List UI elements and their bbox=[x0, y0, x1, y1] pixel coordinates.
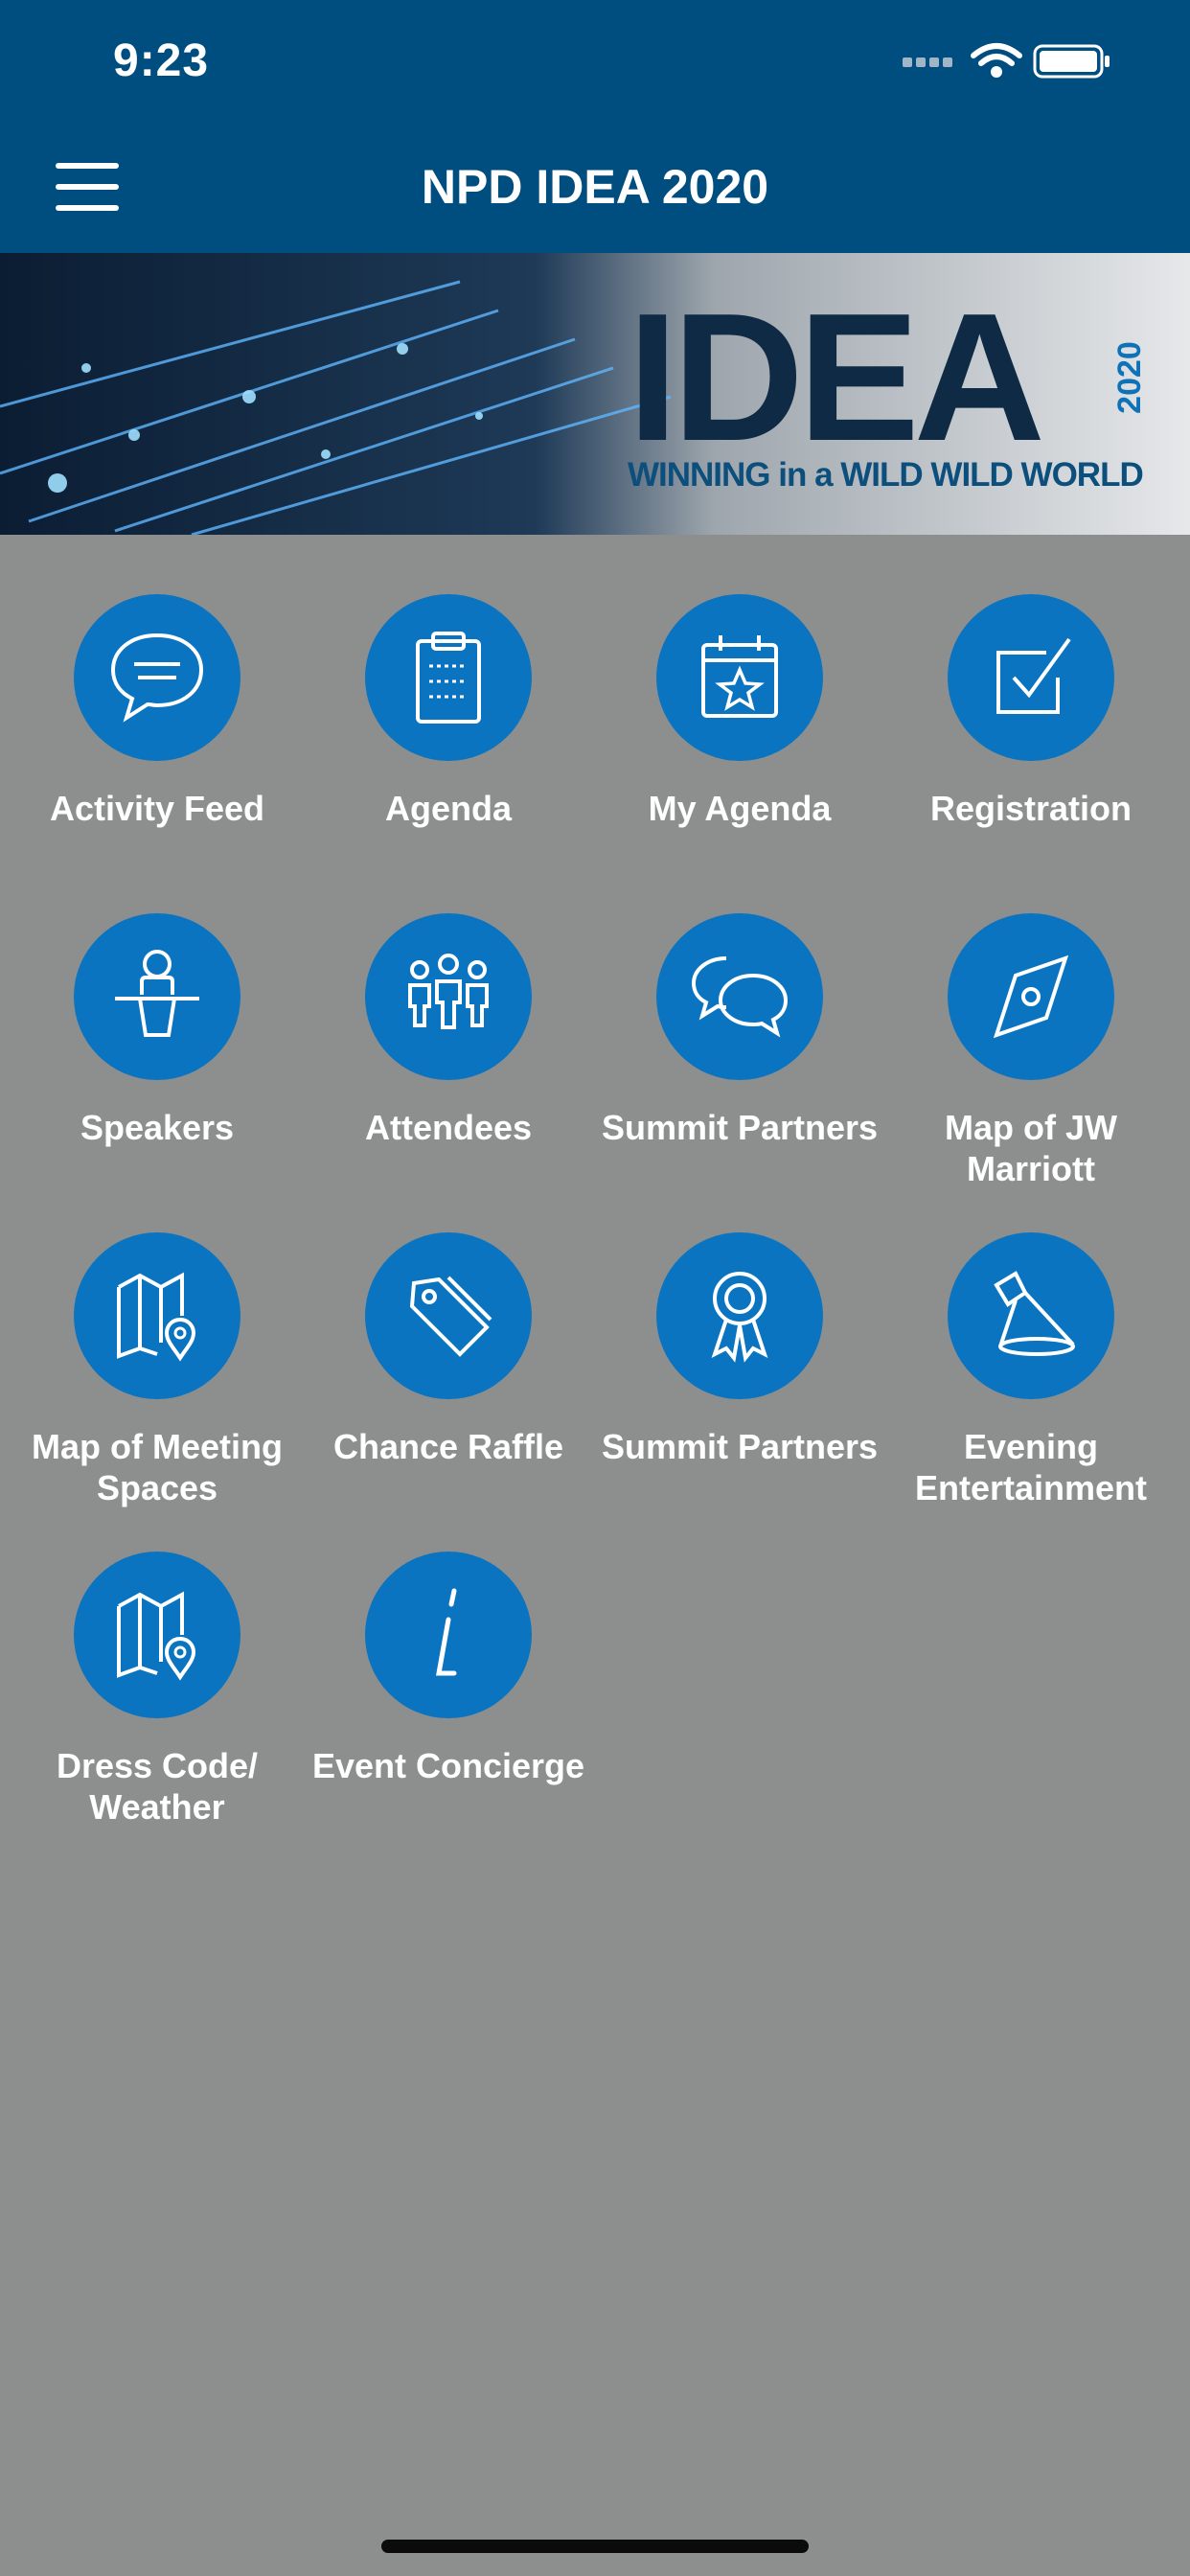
tile-map-meeting-spaces[interactable]: Map of Meeting Spaces bbox=[11, 1232, 303, 1508]
checkbox-icon bbox=[996, 637, 1071, 714]
home-indicator[interactable] bbox=[381, 2540, 809, 2553]
tag-icon bbox=[409, 1276, 492, 1357]
podium-speaker-icon bbox=[115, 950, 199, 1037]
tile-dress-code-weather[interactable]: Dress Code/ Weather bbox=[11, 1552, 303, 1828]
tile-chance-raffle[interactable]: Chance Raffle bbox=[303, 1232, 594, 1467]
calendar-star-icon bbox=[701, 635, 778, 718]
info-icon bbox=[436, 1588, 457, 1676]
tile-evening-entertainment[interactable]: Evening Entertainment bbox=[885, 1232, 1177, 1508]
tile-label: Chance Raffle bbox=[332, 1427, 564, 1466]
tile-circle bbox=[365, 594, 532, 761]
tile-label: Attendees bbox=[364, 1108, 533, 1147]
tile-my-agenda[interactable]: My Agenda bbox=[594, 594, 885, 829]
tile-circle bbox=[365, 1552, 532, 1718]
signal-icon bbox=[903, 58, 952, 67]
clipboard-icon bbox=[416, 632, 481, 724]
wifi-icon bbox=[971, 43, 1022, 78]
compass-icon bbox=[993, 954, 1069, 1039]
banner-logo: IDEA bbox=[628, 276, 1041, 479]
tile-map-jw-marriott[interactable]: Map of JW Marriott bbox=[885, 913, 1177, 1189]
tile-activity-feed[interactable]: Activity Feed bbox=[11, 594, 303, 829]
tile-label: My Agenda bbox=[648, 789, 832, 828]
tile-circle bbox=[74, 913, 240, 1080]
tile-speakers[interactable]: Speakers bbox=[11, 913, 303, 1148]
tile-circle bbox=[656, 1232, 823, 1399]
tile-attendees[interactable]: Attendees bbox=[303, 913, 594, 1148]
tile-circle bbox=[74, 1232, 240, 1399]
event-banner: IDEA 2020 WINNING in a WILD WILD WORLD bbox=[0, 253, 1190, 535]
tile-circle bbox=[74, 1552, 240, 1718]
tile-circle bbox=[656, 594, 823, 761]
tile-label: Map of Meeting Spaces bbox=[32, 1427, 283, 1507]
tile-circle bbox=[365, 913, 532, 1080]
tile-label: Map of JW Marriott bbox=[945, 1108, 1117, 1188]
tile-summit-partners-2[interactable]: Summit Partners bbox=[594, 1232, 885, 1467]
tile-label: Event Concierge bbox=[311, 1746, 585, 1785]
map-pin-icon bbox=[117, 1591, 196, 1681]
tile-label: Evening Entertainment bbox=[914, 1427, 1148, 1507]
tile-agenda[interactable]: Agenda bbox=[303, 594, 594, 829]
banner-year: 2020 bbox=[1111, 341, 1148, 414]
tile-circle bbox=[74, 594, 240, 761]
tile-label: Agenda bbox=[384, 789, 512, 828]
spotlight-icon bbox=[994, 1271, 1075, 1356]
tile-label: Speakers bbox=[80, 1108, 235, 1147]
award-ribbon-icon bbox=[711, 1272, 768, 1363]
tile-circle bbox=[656, 913, 823, 1080]
tile-circle bbox=[948, 1232, 1114, 1399]
battery-icon bbox=[1033, 44, 1110, 79]
tile-registration[interactable]: Registration bbox=[885, 594, 1177, 829]
tile-event-concierge[interactable]: Event Concierge bbox=[303, 1552, 594, 1786]
status-icons bbox=[903, 43, 1110, 79]
tile-summit-partners[interactable]: Summit Partners bbox=[594, 913, 885, 1148]
tile-label: Registration bbox=[929, 789, 1133, 828]
tile-label: Summit Partners bbox=[601, 1108, 879, 1147]
tile-circle bbox=[365, 1232, 532, 1399]
chat-bubbles-icon bbox=[691, 956, 789, 1038]
status-time: 9:23 bbox=[113, 35, 210, 86]
tile-label: Summit Partners bbox=[601, 1427, 879, 1466]
page-title: NPD IDEA 2020 bbox=[421, 160, 769, 214]
map-pin-icon bbox=[117, 1272, 196, 1362]
banner-tagline: WINNING in a WILD WILD WORLD bbox=[628, 456, 1144, 494]
tile-label: Activity Feed bbox=[49, 789, 265, 828]
tile-circle bbox=[948, 913, 1114, 1080]
top-bar: 9:23 NPD IDEA 2020 bbox=[0, 0, 1190, 253]
people-group-icon bbox=[408, 954, 489, 1029]
tile-label: Dress Code/ Weather bbox=[56, 1746, 259, 1827]
tile-circle bbox=[948, 594, 1114, 761]
speech-bubble-icon bbox=[110, 632, 204, 723]
